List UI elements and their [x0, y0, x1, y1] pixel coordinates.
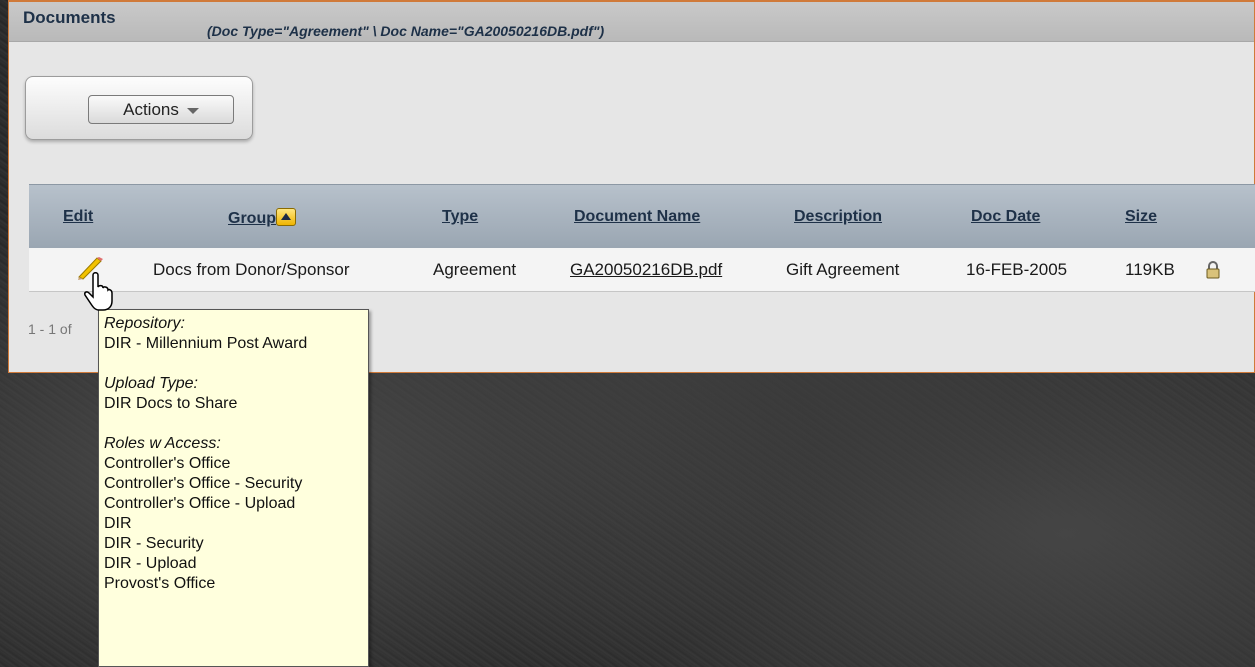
cell-type: Agreement	[433, 260, 517, 279]
cell-description: Gift Agreement	[786, 260, 900, 279]
column-header-group[interactable]: Group	[228, 208, 296, 228]
tooltip-upload-type-value: DIR Docs to Share	[104, 395, 238, 412]
actions-toolbar: Actions	[25, 76, 253, 140]
document-tooltip: Repository: DIR - Millennium Post Award …	[98, 309, 369, 667]
pager-text: 1 - 1 of	[28, 321, 72, 337]
tooltip-repository-value: DIR - Millennium Post Award	[104, 335, 308, 352]
column-header-doc-date[interactable]: Doc Date	[971, 208, 1040, 226]
column-header-size[interactable]: Size	[1125, 208, 1157, 226]
cell-doc-date: 16-FEB-2005	[966, 260, 1068, 279]
tooltip-repository-label: Repository:	[104, 315, 185, 332]
column-header-description[interactable]: Description	[794, 208, 882, 226]
panel-title: Documents	[23, 8, 116, 27]
column-header-group-label: Group	[228, 210, 276, 227]
tooltip-upload-type-label: Upload Type:	[104, 375, 198, 392]
tooltip-role: DIR	[104, 515, 132, 532]
tooltip-role: Provost's Office	[104, 575, 216, 592]
tooltip-role: Controller's Office - Upload	[104, 495, 296, 512]
table-row: Docs from Donor/Sponsor Agreement GA2005…	[29, 248, 1255, 292]
cell-group: Docs from Donor/Sponsor	[153, 260, 350, 279]
grid-header: Edit Group Type Document Name Descriptio…	[29, 184, 1255, 248]
hand-cursor-icon	[84, 272, 113, 311]
tooltip-role: DIR - Upload	[104, 555, 197, 572]
sort-ascending-icon[interactable]	[276, 208, 296, 226]
column-header-type[interactable]: Type	[442, 208, 478, 226]
tooltip-role: DIR - Security	[104, 535, 204, 552]
actions-label: Actions	[123, 99, 179, 119]
column-header-edit[interactable]: Edit	[63, 208, 93, 226]
documents-grid: Edit Group Type Document Name Descriptio…	[29, 184, 1255, 292]
tooltip-role: Controller's Office	[104, 455, 231, 472]
filter-description: (Doc Type="Agreement" \ Doc Name="GA2005…	[207, 23, 605, 39]
panel-header: Documents (Doc Type="Agreement" \ Doc Na…	[9, 2, 1254, 42]
document-link[interactable]: GA20050216DB.pdf	[570, 260, 722, 280]
tooltip-role: Controller's Office - Security	[104, 475, 303, 492]
column-header-document-name[interactable]: Document Name	[574, 208, 700, 226]
cell-size: 119KB	[1125, 260, 1175, 279]
actions-button[interactable]: Actions	[88, 95, 234, 124]
tooltip-roles-label: Roles w Access:	[104, 435, 221, 452]
chevron-down-icon	[186, 107, 199, 114]
lock-icon	[1206, 261, 1220, 279]
